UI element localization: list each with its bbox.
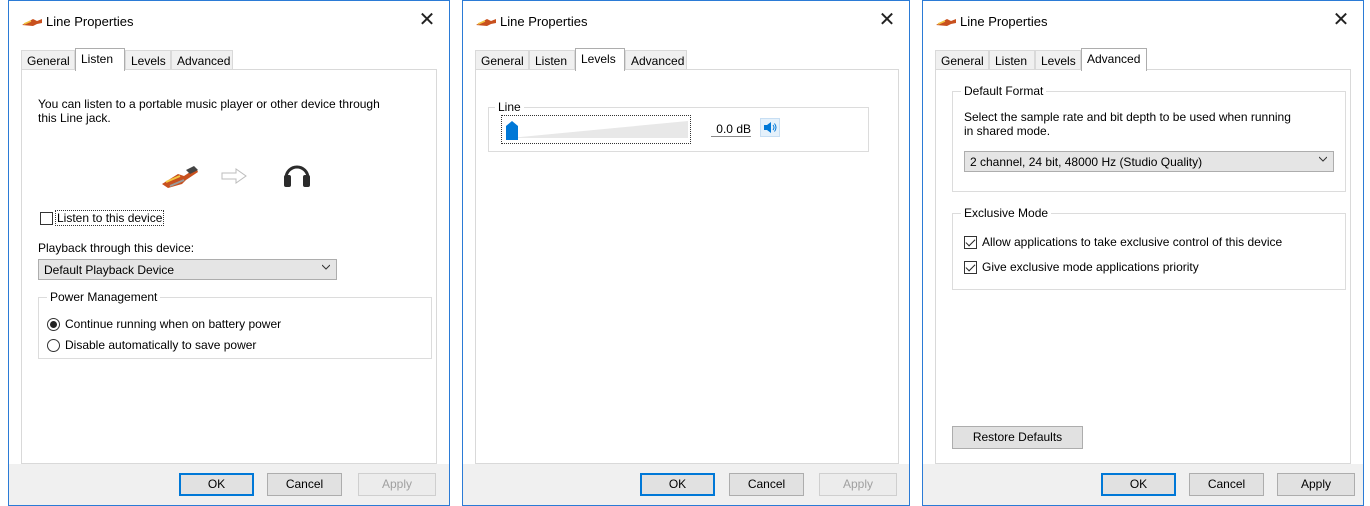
chevron-down-icon <box>322 264 330 270</box>
line-jack-icon <box>22 19 42 26</box>
tab-listen[interactable]: Listen <box>989 50 1035 70</box>
level-slider[interactable] <box>501 115 691 144</box>
chevron-down-icon <box>1319 156 1327 162</box>
default-format-title: Default Format <box>961 84 1047 98</box>
mute-button[interactable] <box>760 118 780 137</box>
title-bar[interactable]: Line Properties ✕ <box>9 1 449 43</box>
close-icon[interactable]: ✕ <box>1329 7 1353 31</box>
speaker-icon <box>764 122 777 133</box>
default-format-description-2: in shared mode. <box>964 124 1051 138</box>
tab-panel-levels: Line 0.0 dB <box>475 69 899 464</box>
exclusive-mode-group: Exclusive Mode Allow applications to tak… <box>952 206 1346 290</box>
ok-button[interactable]: OK <box>1101 473 1176 496</box>
rca-plug-icon <box>162 166 198 188</box>
line-jack-icon <box>936 19 956 26</box>
power-management-title: Power Management <box>47 290 161 304</box>
line-level-group: Line 0.0 dB <box>488 100 869 152</box>
radio-continue-running-label[interactable]: Continue running when on battery power <box>65 317 281 331</box>
tab-listen[interactable]: Listen <box>529 50 575 70</box>
power-management-group: Power Management Continue running when o… <box>38 290 432 359</box>
description-line-1: You can listen to a portable music playe… <box>38 97 380 111</box>
tab-listen[interactable]: Listen <box>75 48 125 71</box>
listen-checkbox[interactable] <box>40 212 53 225</box>
tab-panel-listen: You can listen to a portable music playe… <box>21 69 437 464</box>
cancel-button[interactable]: Cancel <box>267 473 342 496</box>
tab-advanced[interactable]: Advanced <box>1081 48 1147 71</box>
window-title: Line Properties <box>46 14 134 29</box>
tab-general[interactable]: General <box>475 50 529 70</box>
tab-general[interactable]: General <box>21 50 75 70</box>
close-icon[interactable]: ✕ <box>875 7 899 31</box>
exclusive-control-label[interactable]: Allow applications to take exclusive con… <box>982 235 1282 249</box>
apply-button[interactable]: Apply <box>819 473 897 496</box>
line-jack-icon <box>476 19 496 26</box>
close-icon[interactable]: ✕ <box>415 7 439 31</box>
default-format-description-1: Select the sample rate and bit depth to … <box>964 110 1291 124</box>
default-format-group: Default Format Select the sample rate an… <box>952 84 1346 192</box>
format-select[interactable]: 2 channel, 24 bit, 48000 Hz (Studio Qual… <box>964 151 1334 172</box>
tab-advanced[interactable]: Advanced <box>625 50 687 70</box>
tab-advanced[interactable]: Advanced <box>171 50 233 70</box>
title-bar[interactable]: Line Properties ✕ <box>463 1 909 43</box>
playback-label: Playback through this device: <box>38 241 195 255</box>
apply-button[interactable]: Apply <box>358 473 436 496</box>
window-title: Line Properties <box>500 14 588 29</box>
exclusive-priority-checkbox[interactable] <box>964 261 977 274</box>
level-slider-track <box>510 121 688 138</box>
level-value: 0.0 dB <box>711 122 751 137</box>
restore-defaults-button[interactable]: Restore Defaults <box>952 426 1083 449</box>
ok-button[interactable]: OK <box>179 473 254 496</box>
apply-button[interactable]: Apply <box>1277 473 1355 496</box>
playback-select[interactable]: Default Playback Device <box>38 259 337 280</box>
button-bar: OK Cancel Apply <box>463 464 909 505</box>
exclusive-control-checkbox[interactable] <box>964 236 977 249</box>
description-line-2: this Line jack. <box>38 111 111 125</box>
tab-levels[interactable]: Levels <box>125 50 171 70</box>
dialog-advanced: Line Properties ✕ General Listen Levels … <box>922 0 1364 506</box>
line-group-title: Line <box>495 100 524 114</box>
cancel-button[interactable]: Cancel <box>1189 473 1264 496</box>
dialog-listen: Line Properties ✕ General Listen Levels … <box>8 0 450 506</box>
title-bar[interactable]: Line Properties ✕ <box>923 1 1363 43</box>
radio-continue-running[interactable] <box>47 318 60 331</box>
cancel-button[interactable]: Cancel <box>729 473 804 496</box>
tab-general[interactable]: General <box>935 50 989 70</box>
exclusive-mode-title: Exclusive Mode <box>961 206 1052 220</box>
headphones-icon <box>284 165 310 187</box>
arrow-right-icon <box>221 168 247 184</box>
tab-panel-advanced: Default Format Select the sample rate an… <box>935 69 1351 464</box>
playback-select-value: Default Playback Device <box>44 263 175 277</box>
tab-levels[interactable]: Levels <box>575 48 625 71</box>
ok-button[interactable]: OK <box>640 473 715 496</box>
dialog-levels: Line Properties ✕ General Listen Levels … <box>462 0 910 506</box>
exclusive-priority-label[interactable]: Give exclusive mode applications priorit… <box>982 260 1199 274</box>
radio-disable-automatically[interactable] <box>47 339 60 352</box>
radio-disable-automatically-label[interactable]: Disable automatically to save power <box>65 338 256 352</box>
tab-levels[interactable]: Levels <box>1035 50 1081 70</box>
button-bar: OK Cancel Apply <box>923 464 1363 505</box>
listen-checkbox-label[interactable]: Listen to this device <box>54 210 165 226</box>
level-slider-thumb[interactable] <box>506 121 518 140</box>
format-select-value: 2 channel, 24 bit, 48000 Hz (Studio Qual… <box>970 155 1203 169</box>
window-title: Line Properties <box>960 14 1048 29</box>
button-bar: OK Cancel Apply <box>9 464 449 505</box>
